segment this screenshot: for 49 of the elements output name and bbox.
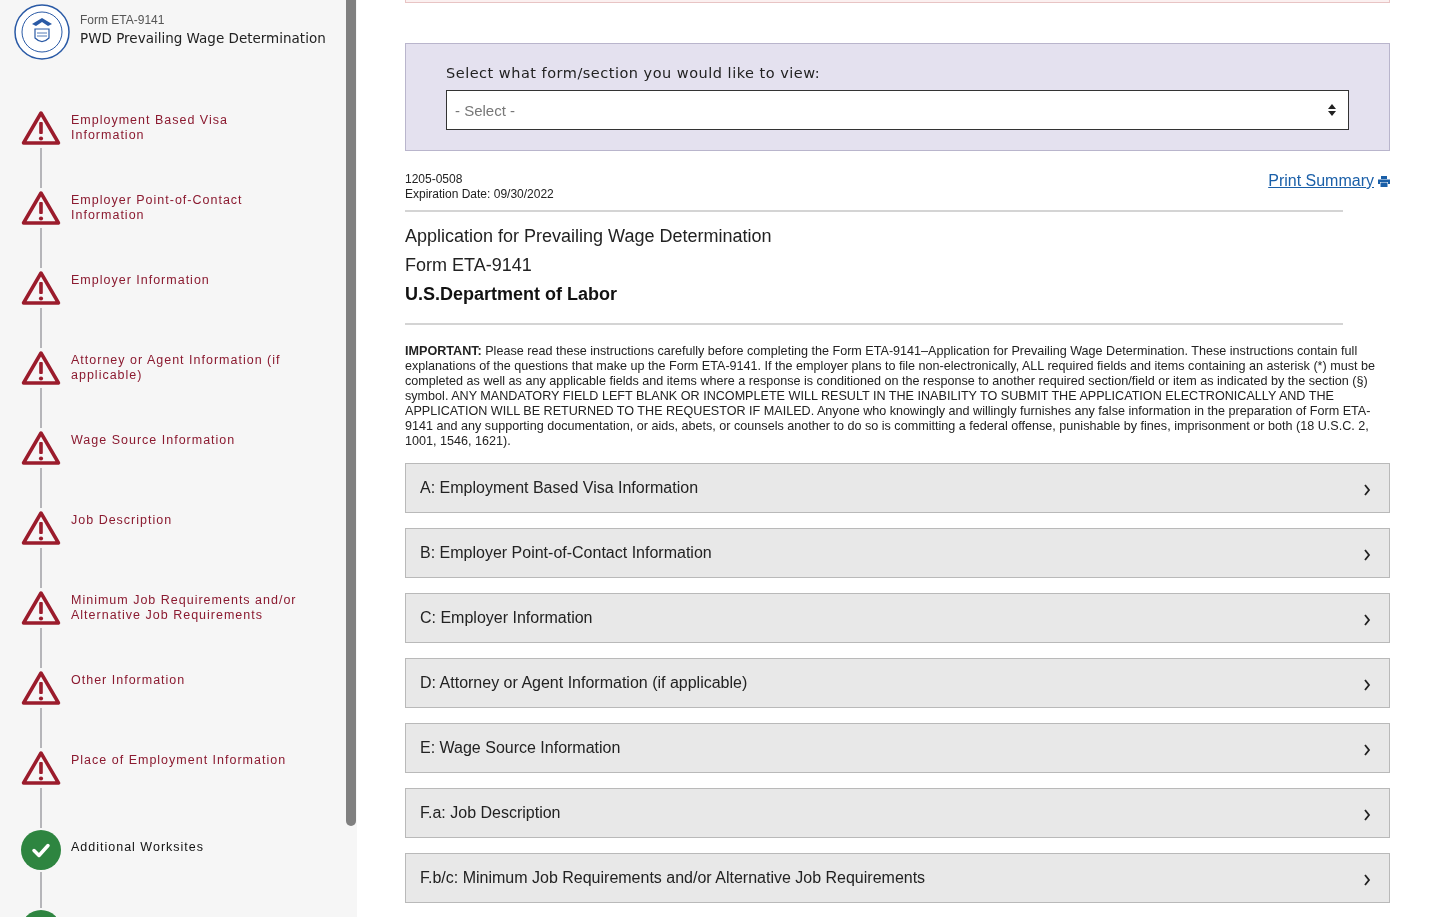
check-circle-icon bbox=[21, 830, 61, 870]
warning-icon bbox=[21, 670, 61, 706]
form-title: Application for Prevailing Wage Determination bbox=[405, 226, 773, 247]
section-accordion[interactable]: C: Employer Information bbox=[405, 593, 1390, 643]
section-accordion[interactable]: F.b/c: Minimum Job Requirements and/or Alternative Job Requirements bbox=[405, 853, 1390, 903]
step-link[interactable]: Other Information bbox=[71, 670, 186, 750]
sort-arrows-icon bbox=[1328, 104, 1336, 116]
important-notice: IMPORTANT: Please read these instructions carefully before completing the Form ETA-9141–Application for Prevailing Wage Determination. These instructions contain full explanations of the questions that make up the Form ETA-9141. If the employer plans to file non-electronically, ALL required fields and items containing an asterisk (*) must be completed as well as any applicable fields and items where a response is conditioned on the response to another required section/field or item as indicated by the section (§) symbol. ANY MANDATORY FIELD LEFT BLANK OR INCOMPLETE WILL RESULT IN THE INABILITY TO SUBMIT THE APPLICATION ELECTRONICALLY AND THE APPLICATION WILL BE RETURNED TO THE REQUESTOR IF MAILED. Anyone who knowingly and willingly furnishes any false information in the preparation of Form ETA-9141 and any supporting documentation, or aids, abets, or counsels another to do so is committing a federal offense, punishable by fines, imprisonment or both (18 U.S.C. 2, 1001, 1546, 1621). bbox=[405, 344, 1376, 449]
chevron-icon bbox=[1363, 874, 1371, 886]
step-link[interactable]: Job Description bbox=[71, 510, 173, 590]
step-link[interactable]: Employer Information bbox=[71, 270, 210, 350]
warning-icon bbox=[21, 510, 61, 546]
seal-logo bbox=[14, 4, 70, 60]
chevron-icon bbox=[1363, 484, 1371, 496]
chevron-icon bbox=[1363, 744, 1371, 756]
omb-number: 1205-0508 bbox=[405, 172, 464, 187]
section-accordion[interactable]: D: Attorney or Agent Information (if applicable) bbox=[405, 658, 1390, 708]
select-label: Select what form/section you would like to view: bbox=[446, 65, 822, 81]
printer-icon bbox=[1378, 175, 1390, 187]
print-summary-link[interactable]: Print Summary bbox=[1268, 172, 1390, 190]
step-link[interactable]: Additional Worksites bbox=[71, 830, 204, 910]
warning-icon bbox=[21, 750, 61, 786]
warning-icon bbox=[21, 590, 61, 626]
warning-icon bbox=[21, 270, 61, 306]
chevron-icon bbox=[1363, 679, 1371, 691]
step-link[interactable]: Minimum Job Requirements and/or Alternative Job Requirements bbox=[71, 590, 299, 670]
warning-icon bbox=[21, 350, 61, 386]
form-title: Form ETA-9141 bbox=[405, 255, 533, 276]
section-accordion[interactable]: F.a: Job Description bbox=[405, 788, 1390, 838]
warning-icon bbox=[21, 190, 61, 226]
section-select[interactable]: - Select - bbox=[446, 90, 1349, 130]
step-link[interactable]: Attorney or Agent Information (if applicable) bbox=[71, 350, 299, 430]
section-accordion[interactable]: E: Wage Source Information bbox=[405, 723, 1390, 773]
chevron-icon bbox=[1363, 614, 1371, 626]
expiration-date: Expiration Date: 09/30/2022 bbox=[405, 187, 554, 202]
form-title: U.S.Department of Labor bbox=[405, 284, 619, 305]
step-link[interactable]: Place of Employment Information bbox=[71, 750, 287, 830]
warning-icon bbox=[21, 430, 61, 466]
chevron-icon bbox=[1363, 809, 1371, 821]
section-accordion[interactable]: A: Employment Based Visa Information bbox=[405, 463, 1390, 513]
app-title: PWD Prevailing Wage Determination bbox=[80, 29, 326, 46]
chevron-icon bbox=[1363, 549, 1371, 561]
step-link[interactable]: Wage Source Information bbox=[71, 430, 236, 510]
scrollbar-thumb[interactable] bbox=[346, 0, 356, 826]
warning-icon bbox=[21, 110, 61, 146]
section-accordion[interactable]: B: Employer Point-of-Contact Information bbox=[405, 528, 1390, 578]
step-link[interactable]: Employment Based Visa Information bbox=[71, 110, 299, 190]
form-number: Form ETA-9141 bbox=[80, 12, 166, 27]
step-link[interactable]: Employer Point-of-Contact Information bbox=[71, 190, 299, 270]
